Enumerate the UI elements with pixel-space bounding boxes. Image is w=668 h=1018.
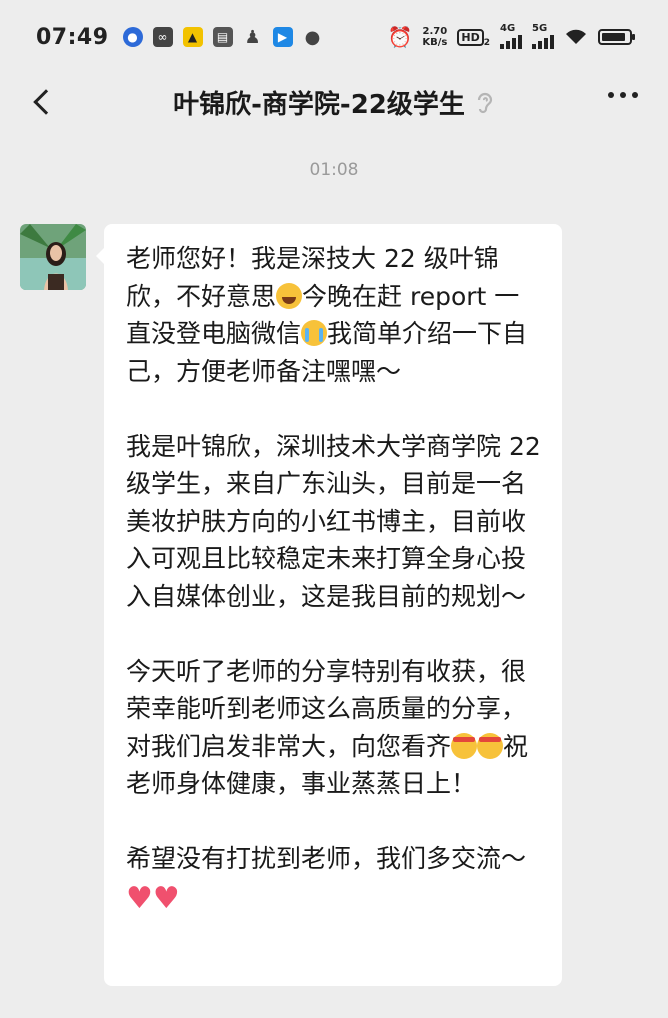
wifi-icon [566, 29, 586, 44]
ear-muted-icon [477, 92, 492, 114]
status-bar: 07:49 ● ∞ ▲ ▤ ♟ ▶ ● ⏰ 2.70 KB/s HD 2 4G 5… [0, 0, 668, 74]
avatar-image [20, 224, 86, 290]
alarm-icon: ⏰ [387, 25, 413, 49]
chat-bubble-icon: ● [304, 26, 321, 48]
salute-emoji-icon [477, 732, 504, 759]
chat-header: 叶锦欣-商学院-22级学生 [0, 74, 668, 130]
notification-icons: ● ∞ ▲ ▤ ♟ ▶ ● [122, 26, 323, 48]
message-paragraph-1: 老师您好！我是深技大 22 级叶锦欣，不好意思 今晚在赶 report 一直没登电… [126, 240, 542, 390]
document-app-icon: ▤ [212, 27, 233, 47]
message-text: 希望没有打扰到老师，我们多交流〜 [126, 844, 527, 873]
message-timestamp: 01:08 [309, 160, 359, 180]
chat-title: 叶锦欣-商学院-22级学生 [173, 84, 495, 121]
net-speed-unit: KB/s [422, 37, 448, 48]
qq-icon: ♟ [244, 26, 261, 48]
message-paragraph-2: 我是叶锦欣，深圳技术大学商学院 22 级学生，来自广东汕头，目前是一名美妆护肤方… [126, 431, 541, 611]
blue-app-icon: ▶ [272, 27, 293, 47]
status-right: ⏰ 2.70 KB/s HD 2 4G 5G [387, 23, 635, 49]
back-button[interactable] [22, 82, 62, 122]
message-paragraph-3: 今天听了老师的分享特别有收获，很荣幸能听到老师这么高质量的分享，对我们启发非常大… [126, 653, 542, 803]
hd-badge: HD 2 [457, 26, 490, 48]
dot-icon [632, 92, 638, 98]
avatar[interactable] [20, 224, 86, 290]
signal-4g-icon: 4G [500, 23, 522, 49]
message-bubble[interactable]: 老师您好！我是深技大 22 级叶锦欣，不好意思 今晚在赶 report 一直没登电… [96, 224, 562, 986]
message-paragraph-4: 希望没有打扰到老师，我们多交流〜 ♥♥ [126, 840, 542, 915]
crying-emoji-icon [301, 320, 328, 346]
signal-5g-icon: 5G [532, 23, 554, 49]
battery-fill [602, 33, 626, 41]
chevron-left-icon [33, 89, 59, 115]
net-speed-value: 2.70 [422, 26, 448, 37]
heart-icon: ♥ [152, 880, 180, 916]
salute-emoji-icon [451, 732, 478, 759]
laughing-emoji-icon [276, 282, 303, 309]
yellow-app-icon: ▲ [182, 27, 203, 47]
dot-icon [620, 92, 626, 98]
chat-title-text: 叶锦欣-商学院-22级学生 [173, 89, 465, 120]
battery-icon [598, 29, 635, 45]
status-time: 07:49 [36, 24, 109, 50]
net-speed: 2.70 KB/s [422, 26, 447, 48]
app-notification-icon: ● [122, 27, 143, 47]
more-options-button[interactable] [608, 92, 638, 98]
link-notification-icon: ∞ [152, 27, 173, 47]
dot-icon [608, 92, 614, 98]
heart-icon: ♥ [126, 880, 153, 916]
